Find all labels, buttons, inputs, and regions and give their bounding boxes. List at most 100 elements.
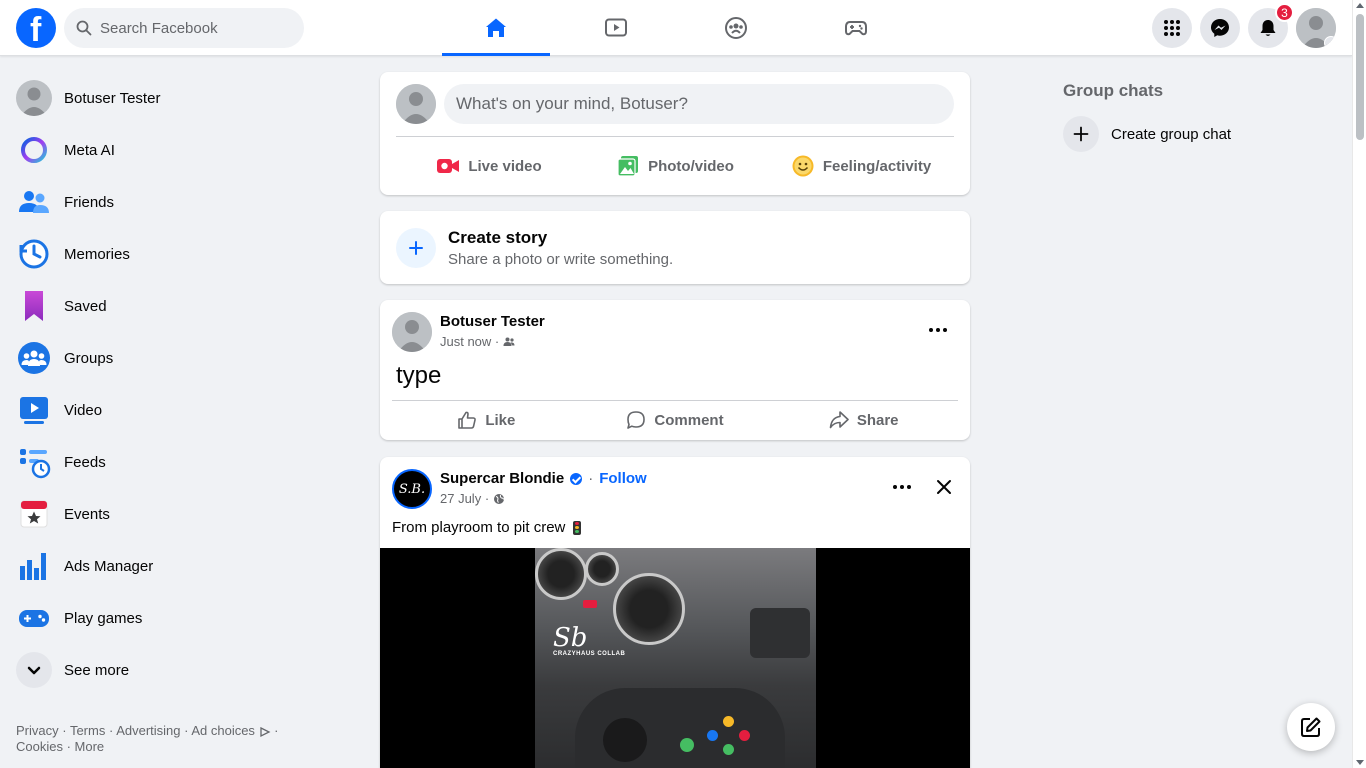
sidebar-item-label: Play games	[64, 609, 143, 627]
avatar[interactable]	[392, 312, 432, 352]
default-avatar-icon	[396, 84, 436, 124]
scrollbar-thumb[interactable]	[1356, 14, 1364, 140]
game-controller	[575, 688, 785, 768]
sidebar-item-play-games[interactable]: Play games	[8, 592, 352, 644]
video-player[interactable]: Sb CRAZYHAUS COLLAB	[380, 548, 970, 768]
new-message-button[interactable]	[1287, 703, 1335, 751]
tab-video[interactable]	[562, 0, 670, 56]
controller-x-button	[707, 730, 718, 741]
share-icon	[829, 411, 849, 429]
messenger-button[interactable]	[1200, 8, 1240, 48]
page-scrollbar[interactable]	[1352, 0, 1366, 768]
feeling-activity-button[interactable]: Feeling/activity	[768, 146, 954, 186]
saved-icon	[16, 288, 52, 324]
post-actions: Like Comment Share	[392, 404, 958, 436]
sidebar-item-profile[interactable]: Botuser Tester	[8, 72, 352, 124]
sidebar-item-see-more[interactable]: See more	[8, 644, 352, 696]
share-label: Share	[856, 411, 899, 429]
left-sidebar: Botuser Tester Meta AI Friends Memories …	[8, 72, 352, 696]
top-navigation-bar: f 3	[0, 0, 1352, 56]
story-title: Create story	[448, 228, 548, 247]
sidebar-item-label: Botuser Tester	[64, 89, 161, 107]
sidebar-item-meta-ai[interactable]: Meta AI	[8, 124, 352, 176]
composer-input[interactable]: What's on your mind, Botuser?	[444, 84, 954, 124]
groups-icon	[725, 17, 747, 39]
tab-home[interactable]	[442, 0, 550, 56]
create-group-chat-button[interactable]: Create group chat	[1063, 116, 1231, 152]
scroll-up-arrow[interactable]	[1356, 3, 1364, 8]
video-frame: Sb CRAZYHAUS COLLAB	[535, 548, 816, 768]
post-meta: Just now ·	[440, 334, 515, 349]
follow-button[interactable]: Follow	[599, 470, 647, 487]
menu-button[interactable]	[1152, 8, 1192, 48]
groups-icon	[16, 340, 52, 376]
ad-choices-icon	[259, 726, 271, 737]
notifications-button[interactable]: 3	[1248, 3, 1294, 48]
page-avatar[interactable]: S.B.	[392, 469, 432, 509]
controller-stick	[680, 738, 694, 752]
sidebar-item-label: Meta AI	[64, 141, 115, 159]
sidebar-item-friends[interactable]: Friends	[8, 176, 352, 228]
separator: ·	[588, 470, 594, 487]
more-options-icon[interactable]	[920, 318, 956, 342]
friends-icon	[16, 184, 52, 220]
group-chats-heading: Group chats	[1063, 81, 1164, 100]
composer-actions: Live video Photo/video Feeling/activity	[396, 146, 954, 186]
advertising-link[interactable]: Advertising	[116, 723, 180, 738]
brand-watermark: Sb CRAZYHAUS COLLAB	[553, 625, 625, 658]
sidebar-item-groups[interactable]: Groups	[8, 332, 352, 384]
notification-badge: 3	[1275, 3, 1294, 22]
photo-video-label: Photo/video	[648, 157, 734, 175]
post-time[interactable]: 27 July	[440, 491, 481, 506]
post-author[interactable]: Botuser Tester	[440, 313, 545, 330]
sidebar-item-events[interactable]: Events	[8, 488, 352, 540]
smiley-icon	[792, 155, 814, 177]
sidebar-item-feeds[interactable]: Feeds	[8, 436, 352, 488]
share-button[interactable]: Share	[769, 404, 958, 436]
scroll-down-arrow[interactable]	[1356, 760, 1364, 765]
sidebar-item-label: Groups	[64, 349, 114, 367]
post-author[interactable]: Supercar Blondie	[440, 470, 564, 487]
live-video-label: Live video	[468, 157, 542, 175]
cookies-link[interactable]: Cookies	[16, 739, 63, 754]
warning-light	[583, 600, 597, 608]
like-button[interactable]: Like	[392, 404, 581, 436]
globe-icon	[494, 493, 505, 504]
traffic-light-icon	[572, 521, 581, 536]
gamepad-icon	[845, 21, 867, 36]
sidebar-item-video[interactable]: Video	[8, 384, 352, 436]
sidebar-item-saved[interactable]: Saved	[8, 280, 352, 332]
sidebar-item-ads-manager[interactable]: Ads Manager	[8, 540, 352, 592]
close-icon[interactable]	[932, 475, 956, 499]
photo-video-button[interactable]: Photo/video	[582, 146, 768, 186]
sidebar-item-label: Memories	[64, 245, 130, 263]
comment-icon	[627, 411, 646, 429]
plus-icon	[1063, 116, 1099, 152]
avatar	[396, 84, 436, 124]
privacy-link[interactable]: Privacy	[16, 723, 59, 738]
more-options-icon[interactable]	[884, 475, 920, 499]
divider	[392, 400, 958, 401]
facebook-logo[interactable]: f	[16, 8, 56, 49]
tab-gaming[interactable]	[802, 0, 910, 56]
ad-choices-link[interactable]: Ad choices	[191, 723, 255, 738]
sidebar-item-memories[interactable]: Memories	[8, 228, 352, 280]
search-box[interactable]	[64, 8, 304, 48]
profile-avatar	[16, 80, 52, 116]
tab-groups[interactable]	[682, 0, 790, 56]
more-link[interactable]: More	[75, 739, 105, 754]
sidebar-item-label: Events	[64, 505, 110, 523]
friends-audience-icon	[503, 337, 515, 346]
post-text: type	[396, 362, 442, 389]
air-vent	[750, 608, 810, 658]
account-avatar[interactable]	[1296, 8, 1336, 48]
comment-button[interactable]: Comment	[581, 404, 770, 436]
feeds-icon	[16, 444, 52, 480]
terms-link[interactable]: Terms	[70, 723, 105, 738]
live-video-button[interactable]: Live video	[396, 146, 582, 186]
rpm-gauge	[585, 552, 619, 586]
search-input[interactable]	[100, 19, 290, 37]
post-time[interactable]: Just now	[440, 334, 491, 349]
dpad	[603, 718, 647, 762]
create-story-card[interactable]: Create story Share a photo or write some…	[380, 211, 970, 284]
